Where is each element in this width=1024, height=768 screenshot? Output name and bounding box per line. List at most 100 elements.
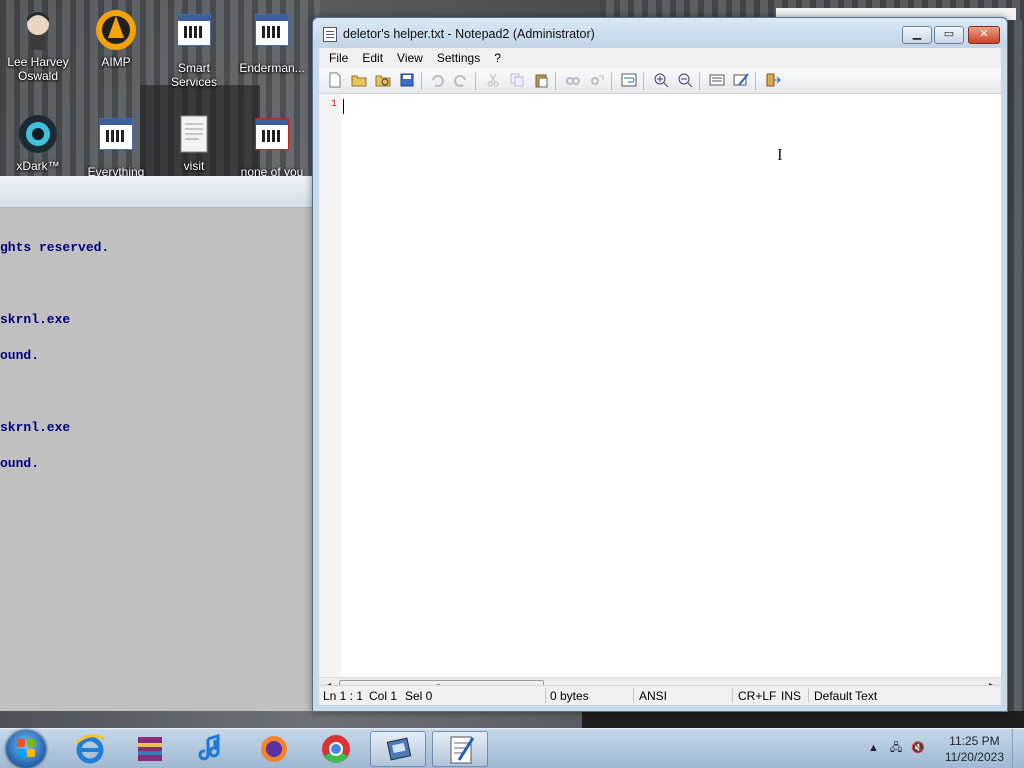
save-icon[interactable] bbox=[399, 72, 415, 88]
taskbar-internet-explorer[interactable] bbox=[62, 731, 118, 767]
wallpaper-building bbox=[1008, 20, 1024, 720]
notepad-icon bbox=[450, 736, 475, 764]
text-editor[interactable]: 1 I bbox=[319, 94, 1001, 677]
close-button[interactable]: ✕ bbox=[968, 26, 1000, 44]
desktop-icon-smart-services[interactable]: Smart Services bbox=[156, 8, 232, 89]
exit-icon[interactable] bbox=[765, 72, 781, 88]
desktop-icon-label: Enderman... bbox=[239, 61, 305, 75]
desktop-icon-none-of-you[interactable]: none of you bbox=[234, 112, 310, 179]
start-button[interactable] bbox=[6, 730, 46, 768]
open-folder-icon[interactable] bbox=[351, 72, 367, 88]
console-window[interactable]: ghts reserved. skrnl.exe ound. skrnl.exe… bbox=[0, 176, 313, 711]
application-icon bbox=[386, 737, 412, 761]
console-line: ound. bbox=[0, 348, 40, 363]
console-line: skrnl.exe bbox=[0, 312, 71, 327]
status-mode[interactable]: INS bbox=[781, 689, 801, 703]
taskbar-firefox[interactable] bbox=[246, 731, 302, 767]
application-window-icon bbox=[172, 14, 216, 58]
winrar-icon bbox=[138, 737, 162, 761]
xdark-icon bbox=[16, 112, 60, 156]
redo-icon[interactable] bbox=[453, 72, 469, 88]
desktop-icon-label: visit bbox=[183, 159, 205, 173]
paste-icon[interactable] bbox=[533, 72, 549, 88]
status-line-endings[interactable]: CR+LF bbox=[738, 689, 776, 703]
status-bar: Ln 1 : 1 Col 1 Sel 0 0 bytes ANSI CR+LF … bbox=[319, 685, 1001, 705]
toolbar-separator bbox=[699, 72, 700, 90]
line-number: 1 bbox=[330, 99, 337, 110]
toolbar-separator bbox=[555, 72, 556, 90]
replace-icon[interactable] bbox=[589, 72, 605, 88]
status-divider bbox=[808, 688, 809, 703]
menu-view[interactable]: View bbox=[390, 51, 430, 65]
status-divider bbox=[633, 688, 634, 703]
menu-file[interactable]: File bbox=[322, 51, 355, 65]
taskbar-app-window[interactable] bbox=[370, 731, 426, 767]
window-titlebar[interactable]: deletor's helper.txt - Notepad2 (Adminis… bbox=[313, 18, 1007, 48]
status-column: Col 1 bbox=[369, 689, 398, 703]
application-window-icon bbox=[94, 118, 138, 162]
desktop-icon-visit[interactable]: visit bbox=[156, 112, 232, 173]
taskbar-music-player[interactable] bbox=[184, 731, 240, 767]
line-number-gutter: 1 bbox=[319, 94, 341, 677]
desktop-icon-everything[interactable]: Everything bbox=[78, 112, 154, 179]
console-line: skrnl.exe bbox=[0, 420, 71, 435]
status-scheme[interactable]: Default Text bbox=[814, 689, 877, 703]
desktop-icon-xdark[interactable]: xDark™ bbox=[0, 112, 76, 173]
taskbar-clock[interactable]: 11:25 PM 11/20/2023 bbox=[945, 733, 1004, 765]
word-wrap-icon[interactable] bbox=[621, 72, 637, 88]
notepad2-window[interactable]: deletor's helper.txt - Notepad2 (Adminis… bbox=[312, 17, 1008, 712]
ibeam-cursor-icon: I bbox=[777, 145, 783, 164]
status-size: 0 bytes bbox=[550, 689, 589, 703]
console-output: ghts reserved. skrnl.exe ound. skrnl.exe… bbox=[0, 208, 313, 494]
toolbar-separator bbox=[611, 72, 612, 90]
taskbar-chrome[interactable] bbox=[308, 731, 364, 767]
menu-settings[interactable]: Settings bbox=[430, 51, 487, 65]
show-desktop-button[interactable] bbox=[1012, 729, 1024, 768]
application-window-icon bbox=[250, 118, 294, 162]
toolbar bbox=[319, 68, 1001, 94]
firefox-icon bbox=[261, 736, 287, 762]
wallpaper-figure bbox=[582, 711, 1024, 728]
scheme-icon[interactable] bbox=[709, 72, 725, 88]
menu-edit[interactable]: Edit bbox=[355, 51, 390, 65]
desktop-icon-enderman[interactable]: Enderman... bbox=[234, 8, 310, 75]
toolbar-separator bbox=[755, 72, 756, 90]
copy-icon[interactable] bbox=[509, 72, 525, 88]
maximize-button[interactable]: ▭ bbox=[934, 26, 964, 44]
taskbar-notepad2[interactable] bbox=[432, 731, 488, 767]
music-note-icon bbox=[198, 733, 220, 761]
toolbar-separator bbox=[475, 72, 476, 90]
clock-time: 11:25 PM bbox=[949, 734, 1000, 748]
console-titlebar[interactable] bbox=[0, 176, 313, 208]
status-position: Ln 1 : 1 bbox=[323, 689, 364, 703]
status-encoding[interactable]: ANSI bbox=[639, 689, 667, 703]
status-divider bbox=[545, 688, 546, 703]
zoom-out-icon[interactable] bbox=[677, 72, 693, 88]
network-icon[interactable]: 🖧 bbox=[890, 742, 902, 754]
show-hidden-icons-icon[interactable]: ▲ bbox=[868, 742, 879, 754]
volume-muted-icon[interactable]: 🔇 bbox=[911, 742, 925, 754]
window-title: deletor's helper.txt - Notepad2 (Adminis… bbox=[343, 27, 595, 41]
text-caret bbox=[343, 99, 344, 114]
aimp-icon bbox=[94, 8, 138, 52]
desktop-icon-aimp[interactable]: AIMP bbox=[78, 8, 154, 69]
customize-scheme-icon[interactable] bbox=[733, 72, 749, 88]
taskbar-archiver[interactable] bbox=[122, 731, 178, 767]
clock-date: 11/20/2023 bbox=[944, 750, 1004, 764]
zoom-in-icon[interactable] bbox=[653, 72, 669, 88]
undo-icon[interactable] bbox=[429, 72, 445, 88]
find-icon[interactable] bbox=[565, 72, 581, 88]
browse-icon[interactable] bbox=[375, 72, 391, 88]
desktop-icon-lee-harvey-oswald[interactable]: Lee Harvey Oswald bbox=[0, 8, 76, 83]
system-tray: ▲ 🖧 🔇 bbox=[868, 739, 925, 758]
status-selection: Sel 0 bbox=[405, 689, 433, 703]
status-divider bbox=[732, 688, 733, 703]
cut-icon[interactable] bbox=[485, 72, 501, 88]
character-icon bbox=[16, 8, 60, 52]
menu-help[interactable]: ? bbox=[487, 51, 508, 65]
new-file-icon[interactable] bbox=[327, 72, 343, 88]
notepad-icon bbox=[323, 27, 337, 42]
minimize-button[interactable]: ▁ bbox=[902, 26, 932, 44]
